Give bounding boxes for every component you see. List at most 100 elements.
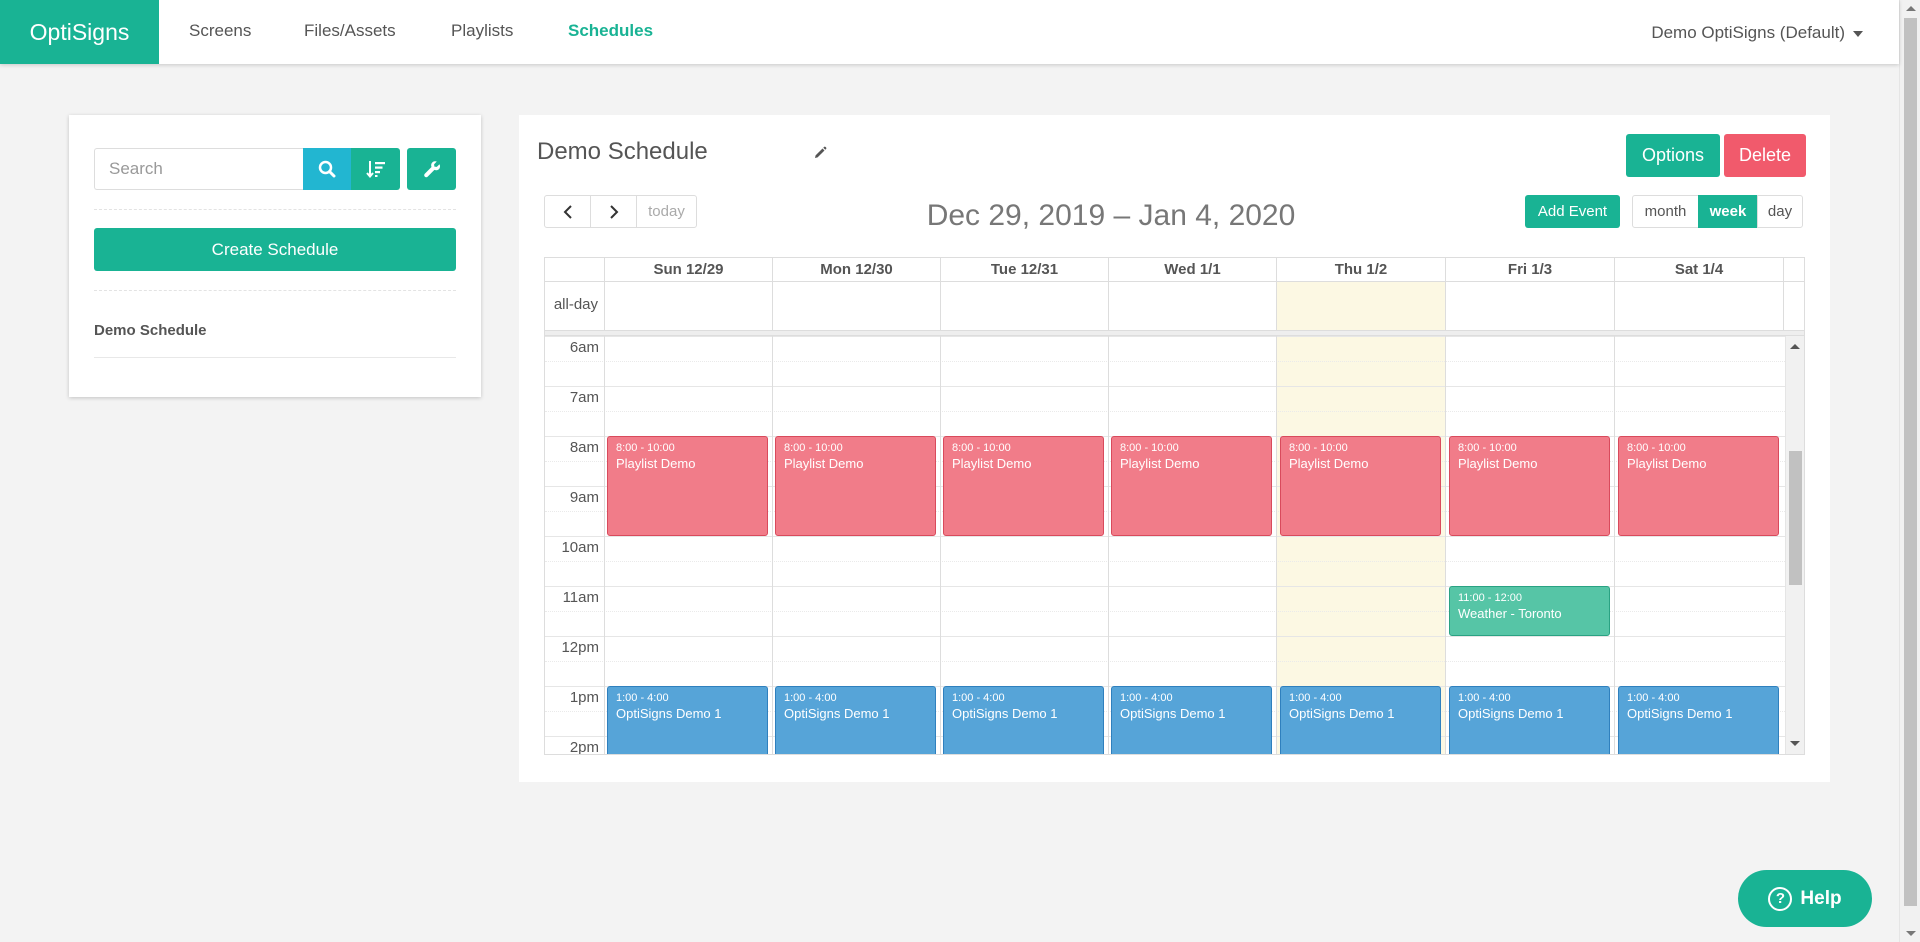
time-label: 7am — [569, 389, 599, 406]
calendar-event[interactable]: 1:00 - 4:00 OptiSigns Demo 1 — [943, 686, 1104, 754]
help-label: Help — [1800, 887, 1842, 909]
calendar-event[interactable]: 8:00 - 10:00 Playlist Demo — [1618, 436, 1779, 536]
event-title: Playlist Demo — [1627, 456, 1707, 471]
nav-screens[interactable]: Screens — [189, 0, 251, 64]
nav-playlists[interactable]: Playlists — [451, 0, 513, 64]
sort-button[interactable] — [351, 148, 400, 190]
options-button[interactable]: Options — [1626, 134, 1720, 177]
schedule-editor-panel: Demo Schedule Options Delete today Dec 2… — [519, 115, 1830, 782]
allday-label: all-day — [553, 296, 598, 313]
search-input[interactable] — [94, 148, 306, 190]
event-time: 1:00 - 4:00 — [1120, 692, 1173, 704]
help-circle-icon: ? — [1768, 886, 1793, 911]
caret-down-icon — [1853, 30, 1863, 37]
time-label: 10am — [561, 539, 599, 556]
day-header: Thu 1/2 — [1276, 258, 1445, 282]
time-label: 9am — [569, 489, 599, 506]
calendar-event[interactable]: 1:00 - 4:00 OptiSigns Demo 1 — [1111, 686, 1272, 754]
event-time: 8:00 - 10:00 — [1289, 442, 1348, 454]
event-title: Playlist Demo — [1120, 456, 1200, 471]
event-title: Playlist Demo — [784, 456, 864, 471]
event-time: 1:00 - 4:00 — [616, 692, 669, 704]
day-header: Tue 12/31 — [940, 258, 1108, 282]
calendar-event[interactable]: 8:00 - 10:00 Playlist Demo — [1280, 436, 1441, 536]
time-grid[interactable]: 6am 7am 8am 9am 10am 11am 12pm 1pm 2pm 8… — [544, 335, 1805, 755]
hour-line — [545, 636, 1785, 661]
calendar-event[interactable]: 1:00 - 4:00 OptiSigns Demo 1 — [607, 686, 768, 754]
day-column-line — [1276, 336, 1277, 754]
week-calendar: Sun 12/29 Mon 12/30 Tue 12/31 Wed 1/1 Th… — [544, 257, 1805, 755]
calendar-scrollbar[interactable] — [1785, 336, 1804, 754]
event-time: 1:00 - 4:00 — [1458, 692, 1511, 704]
event-time: 8:00 - 10:00 — [952, 442, 1011, 454]
allday-cell[interactable] — [604, 282, 772, 330]
day-header: Wed 1/1 — [1108, 258, 1276, 282]
half-hour-line — [545, 661, 1785, 686]
view-switcher: month week day — [1632, 195, 1803, 228]
half-hour-line — [545, 561, 1785, 586]
allday-cell[interactable] — [772, 282, 940, 330]
calendar-event[interactable]: 8:00 - 10:00 Playlist Demo — [1111, 436, 1272, 536]
scroll-up-icon[interactable] — [1790, 344, 1800, 349]
search-button[interactable] — [303, 148, 351, 190]
nav-files-assets[interactable]: Files/Assets — [304, 0, 396, 64]
schedule-list-panel: Create Schedule Demo Schedule — [69, 115, 481, 397]
delete-button[interactable]: Delete — [1724, 134, 1806, 177]
schedule-list-item[interactable]: Demo Schedule — [94, 322, 456, 358]
nav-schedules[interactable]: Schedules — [568, 0, 653, 64]
day-header: Mon 12/30 — [772, 258, 940, 282]
view-month-button[interactable]: month — [1632, 195, 1699, 228]
scrollbar-thumb[interactable] — [1789, 451, 1802, 585]
day-column-line — [940, 336, 941, 754]
scrollbar-thumb[interactable] — [1904, 18, 1917, 906]
calendar-event[interactable]: 1:00 - 4:00 OptiSigns Demo 1 — [1449, 686, 1610, 754]
calendar-day-headers: Sun 12/29 Mon 12/30 Tue 12/31 Wed 1/1 Th… — [544, 257, 1805, 282]
event-title: OptiSigns Demo 1 — [1289, 706, 1395, 721]
day-column-line — [1108, 336, 1109, 754]
day-header: Sun 12/29 — [604, 258, 772, 282]
account-name: Demo OptiSigns (Default) — [1651, 23, 1845, 42]
help-button[interactable]: ? Help — [1738, 870, 1872, 927]
event-title: Playlist Demo — [616, 456, 696, 471]
pencil-icon[interactable] — [813, 146, 827, 160]
time-label: 6am — [569, 339, 599, 356]
event-time: 1:00 - 4:00 — [952, 692, 1005, 704]
create-schedule-button[interactable]: Create Schedule — [94, 228, 456, 271]
scroll-up-icon[interactable] — [1906, 6, 1916, 11]
allday-cell[interactable] — [1614, 282, 1783, 330]
day-column-line — [1614, 336, 1615, 754]
scroll-down-icon[interactable] — [1906, 931, 1916, 936]
allday-cell[interactable] — [940, 282, 1108, 330]
brand-logo[interactable]: OptiSigns — [0, 0, 159, 64]
calendar-event[interactable]: 8:00 - 10:00 Playlist Demo — [775, 436, 936, 536]
tools-button[interactable] — [407, 148, 456, 190]
allday-row: all-day — [544, 281, 1805, 331]
event-title: Playlist Demo — [1458, 456, 1538, 471]
day-column-line — [1445, 336, 1446, 754]
time-label: 11am — [562, 589, 599, 606]
hour-line — [545, 336, 1785, 361]
event-title: OptiSigns Demo 1 — [1627, 706, 1733, 721]
page-scrollbar[interactable] — [1899, 0, 1920, 942]
view-week-button[interactable]: week — [1698, 195, 1758, 228]
calendar-event[interactable]: 11:00 - 12:00 Weather - Toronto — [1449, 586, 1610, 636]
calendar-event[interactable]: 8:00 - 10:00 Playlist Demo — [1449, 436, 1610, 536]
add-event-button[interactable]: Add Event — [1525, 195, 1620, 228]
event-title: OptiSigns Demo 1 — [1120, 706, 1226, 721]
event-title: OptiSigns Demo 1 — [952, 706, 1058, 721]
event-time: 8:00 - 10:00 — [1120, 442, 1179, 454]
event-time: 11:00 - 12:00 — [1458, 592, 1523, 604]
calendar-event[interactable]: 1:00 - 4:00 OptiSigns Demo 1 — [775, 686, 936, 754]
time-label: 8am — [569, 439, 599, 456]
allday-cell[interactable] — [1276, 282, 1445, 330]
view-day-button[interactable]: day — [1757, 195, 1803, 228]
calendar-event[interactable]: 8:00 - 10:00 Playlist Demo — [943, 436, 1104, 536]
allday-cell[interactable] — [1445, 282, 1614, 330]
scroll-down-icon[interactable] — [1790, 741, 1800, 746]
account-menu[interactable]: Demo OptiSigns (Default) — [1651, 0, 1863, 64]
header-spacer — [1783, 258, 1804, 282]
allday-cell[interactable] — [1108, 282, 1276, 330]
calendar-event[interactable]: 1:00 - 4:00 OptiSigns Demo 1 — [1280, 686, 1441, 754]
calendar-event[interactable]: 1:00 - 4:00 OptiSigns Demo 1 — [1618, 686, 1779, 754]
calendar-event[interactable]: 8:00 - 10:00 Playlist Demo — [607, 436, 768, 536]
